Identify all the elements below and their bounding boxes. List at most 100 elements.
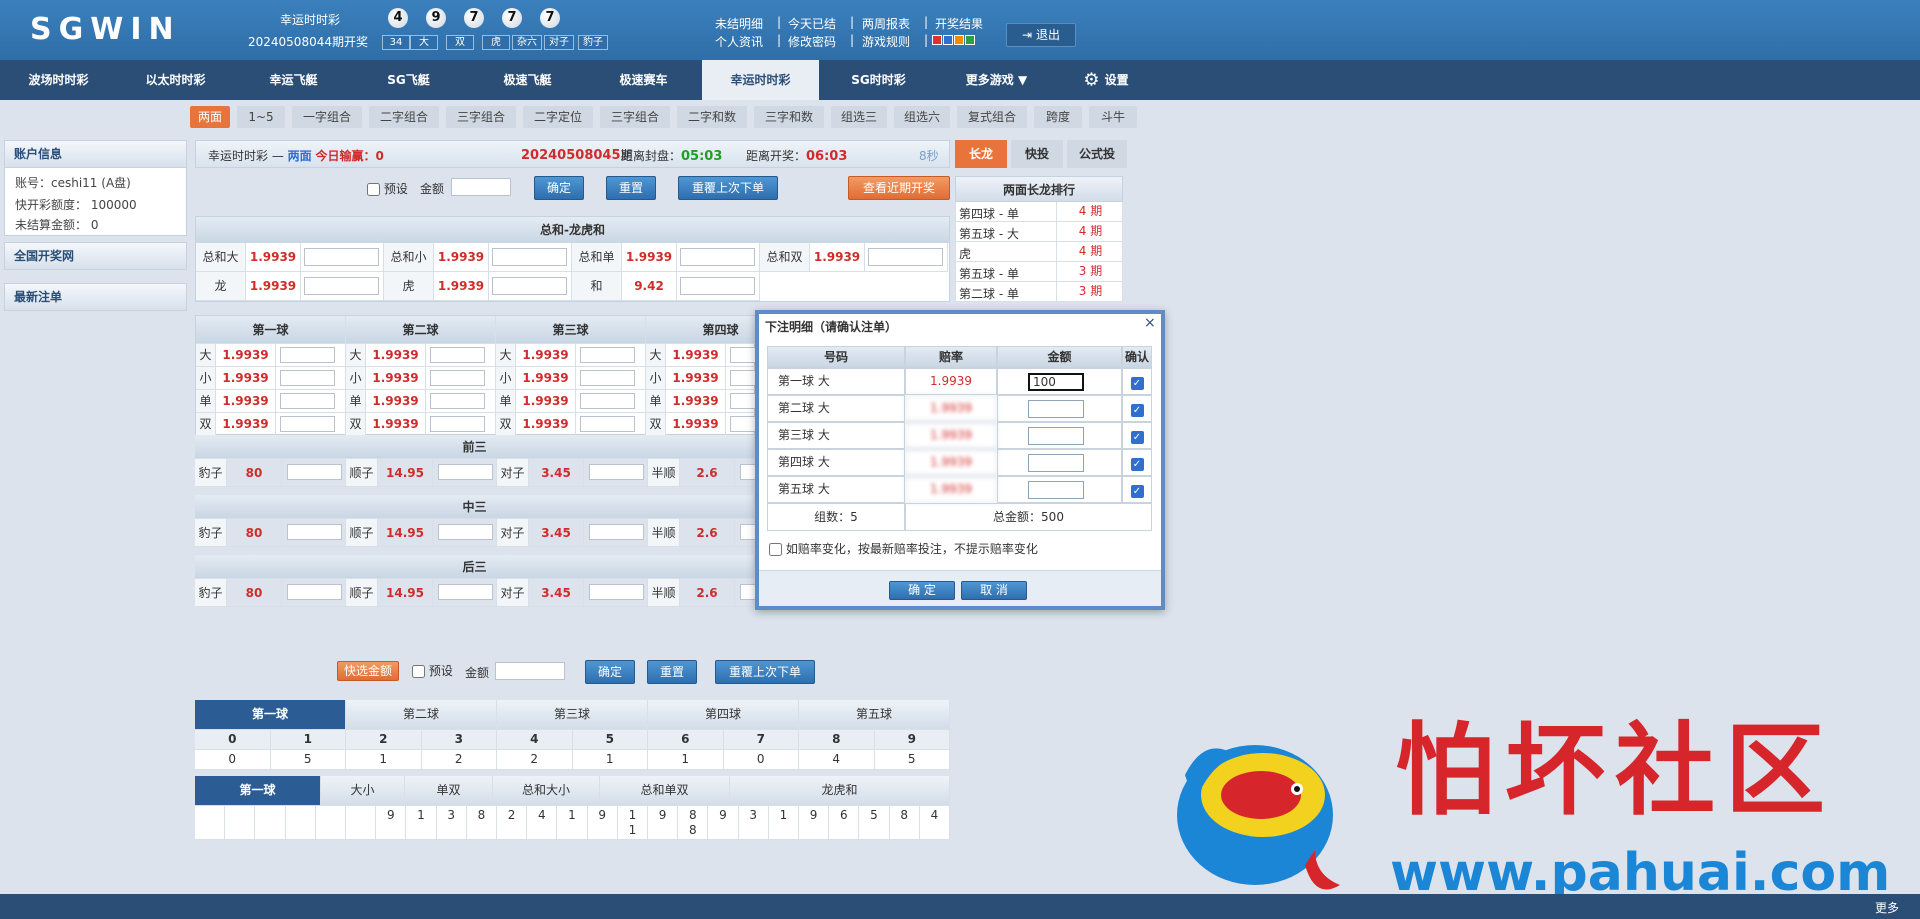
dialog-amount-input[interactable]: [1028, 481, 1084, 499]
recent-results-button[interactable]: 查看近期开奖: [848, 176, 950, 200]
ball-amount-input[interactable]: [580, 393, 635, 409]
confirm-checkbox-icon[interactable]: ✓: [1130, 404, 1144, 417]
lottery-site-link[interactable]: 全国开奖网: [4, 242, 187, 270]
latest-bets-link[interactable]: 最新注单: [4, 283, 187, 311]
ball-amount-input[interactable]: [580, 347, 635, 363]
odds-change-wrap[interactable]: 如赔率变化，按最新赔率投注，不提示赔率变化: [769, 540, 1038, 557]
nav-tab[interactable]: 更多游戏 ▼: [938, 60, 1055, 100]
three-amount-input[interactable]: [589, 584, 644, 600]
header-link[interactable]: 两周报表: [862, 15, 910, 32]
nav-tab[interactable]: SG时时彩: [820, 60, 937, 100]
right-tab[interactable]: 长龙: [955, 140, 1007, 168]
color-swatch[interactable]: [932, 35, 942, 45]
dialog-amount-input[interactable]: [1028, 454, 1084, 472]
amount-input-2[interactable]: [495, 662, 565, 680]
road-tab[interactable]: 大小: [321, 776, 405, 806]
color-swatch[interactable]: [965, 35, 975, 45]
repeat-last-button[interactable]: 重覆上次下单: [678, 176, 778, 200]
road-tab[interactable]: 总和大小: [493, 776, 600, 806]
ball-amount-input[interactable]: [280, 393, 335, 409]
nav-tab[interactable]: 极速赛车: [585, 60, 702, 100]
sub-tab[interactable]: 二字和数: [677, 106, 747, 128]
road-tab[interactable]: 总和单双: [600, 776, 730, 806]
odds-change-checkbox[interactable]: [769, 543, 782, 556]
stats-tab[interactable]: 第一球: [195, 700, 346, 730]
sum-amount-input[interactable]: [304, 277, 379, 295]
ball-amount-input[interactable]: [280, 347, 335, 363]
ball-amount-input[interactable]: [280, 416, 335, 432]
header-link[interactable]: 今天已结: [788, 15, 836, 32]
color-swatch[interactable]: [954, 35, 964, 45]
nav-tab[interactable]: 幸运时时彩: [702, 60, 819, 100]
ball-amount-input[interactable]: [580, 416, 635, 432]
more-link[interactable]: 更多: [1875, 899, 1899, 916]
sub-tab[interactable]: 斗牛: [1089, 106, 1137, 128]
close-icon[interactable]: ×: [1144, 315, 1156, 331]
color-swatch[interactable]: [943, 35, 953, 45]
sub-tab[interactable]: 二字定位: [523, 106, 593, 128]
sub-tab[interactable]: 组选六: [894, 106, 950, 128]
header-link[interactable]: 游戏规则: [862, 33, 910, 50]
nav-tab[interactable]: 波场时时彩: [0, 60, 117, 100]
dialog-cancel-button[interactable]: 取 消: [961, 581, 1027, 600]
three-amount-input[interactable]: [589, 524, 644, 540]
nav-tab[interactable]: 幸运飞艇: [235, 60, 352, 100]
confirm-button[interactable]: 确定: [534, 176, 584, 200]
right-tab[interactable]: 快投: [1011, 140, 1063, 168]
stats-tab[interactable]: 第二球: [346, 700, 497, 730]
dialog-amount-input[interactable]: [1028, 400, 1084, 418]
stats-tab[interactable]: 第五球: [799, 700, 950, 730]
stats-tab[interactable]: 第三球: [497, 700, 648, 730]
nav-tab[interactable]: 极速飞艇: [469, 60, 586, 100]
amount-input[interactable]: [451, 178, 511, 196]
confirm-checkbox-icon[interactable]: ✓: [1130, 377, 1144, 390]
right-tab[interactable]: 公式投: [1067, 140, 1127, 168]
preset-checkbox-2[interactable]: [412, 665, 425, 678]
sum-amount-input[interactable]: [492, 248, 567, 266]
sub-tab[interactable]: 1~5: [237, 106, 285, 128]
confirm-checkbox-icon[interactable]: ✓: [1130, 458, 1144, 471]
sum-amount-input[interactable]: [868, 248, 943, 266]
preset-checkbox-wrap[interactable]: 预设: [367, 180, 408, 197]
road-tab[interactable]: 第一球: [195, 776, 321, 806]
confirm-checkbox-icon[interactable]: ✓: [1130, 485, 1144, 498]
logout-button[interactable]: ⇥ 退出: [1006, 23, 1076, 47]
three-amount-input[interactable]: [287, 584, 342, 600]
nav-tab[interactable]: ⚙ 设置: [1056, 60, 1156, 100]
sub-tab[interactable]: 三字和数: [754, 106, 824, 128]
three-amount-input[interactable]: [287, 464, 342, 480]
ball-amount-input[interactable]: [430, 347, 485, 363]
reset-button[interactable]: 重置: [606, 176, 656, 200]
preset-checkbox[interactable]: [367, 183, 380, 196]
dialog-amount-input[interactable]: [1028, 427, 1084, 445]
repeat-last-button-2[interactable]: 重覆上次下单: [715, 660, 815, 684]
ball-amount-input[interactable]: [430, 393, 485, 409]
three-amount-input[interactable]: [589, 464, 644, 480]
sum-amount-input[interactable]: [680, 248, 755, 266]
sub-tab[interactable]: 两面: [190, 106, 230, 128]
sub-tab[interactable]: 组选三: [831, 106, 887, 128]
three-amount-input[interactable]: [438, 524, 493, 540]
sub-tab[interactable]: 三字组合: [600, 106, 670, 128]
ball-amount-input[interactable]: [430, 416, 485, 432]
sub-tab[interactable]: 一字组合: [292, 106, 362, 128]
sub-tab[interactable]: 三字组合: [446, 106, 516, 128]
confirm-checkbox-icon[interactable]: ✓: [1130, 431, 1144, 444]
ball-amount-input[interactable]: [580, 370, 635, 386]
sub-tab[interactable]: 跨度: [1034, 106, 1082, 128]
sum-amount-input[interactable]: [304, 248, 379, 266]
road-tab[interactable]: 单双: [405, 776, 493, 806]
dialog-amount-input[interactable]: 100: [1028, 373, 1084, 391]
three-amount-input[interactable]: [438, 584, 493, 600]
three-amount-input[interactable]: [438, 464, 493, 480]
preset-checkbox-wrap-2[interactable]: 预设: [412, 662, 453, 679]
quick-amount-button[interactable]: 快选金额: [337, 661, 399, 681]
ball-amount-input[interactable]: [280, 370, 335, 386]
road-tab[interactable]: 龙虎和: [730, 776, 950, 806]
ball-amount-input[interactable]: [430, 370, 485, 386]
nav-tab[interactable]: SG飞艇: [350, 60, 467, 100]
sum-amount-input[interactable]: [680, 277, 755, 295]
nav-tab[interactable]: 以太时时彩: [117, 60, 234, 100]
stats-tab[interactable]: 第四球: [648, 700, 799, 730]
header-link[interactable]: 修改密码: [788, 33, 836, 50]
